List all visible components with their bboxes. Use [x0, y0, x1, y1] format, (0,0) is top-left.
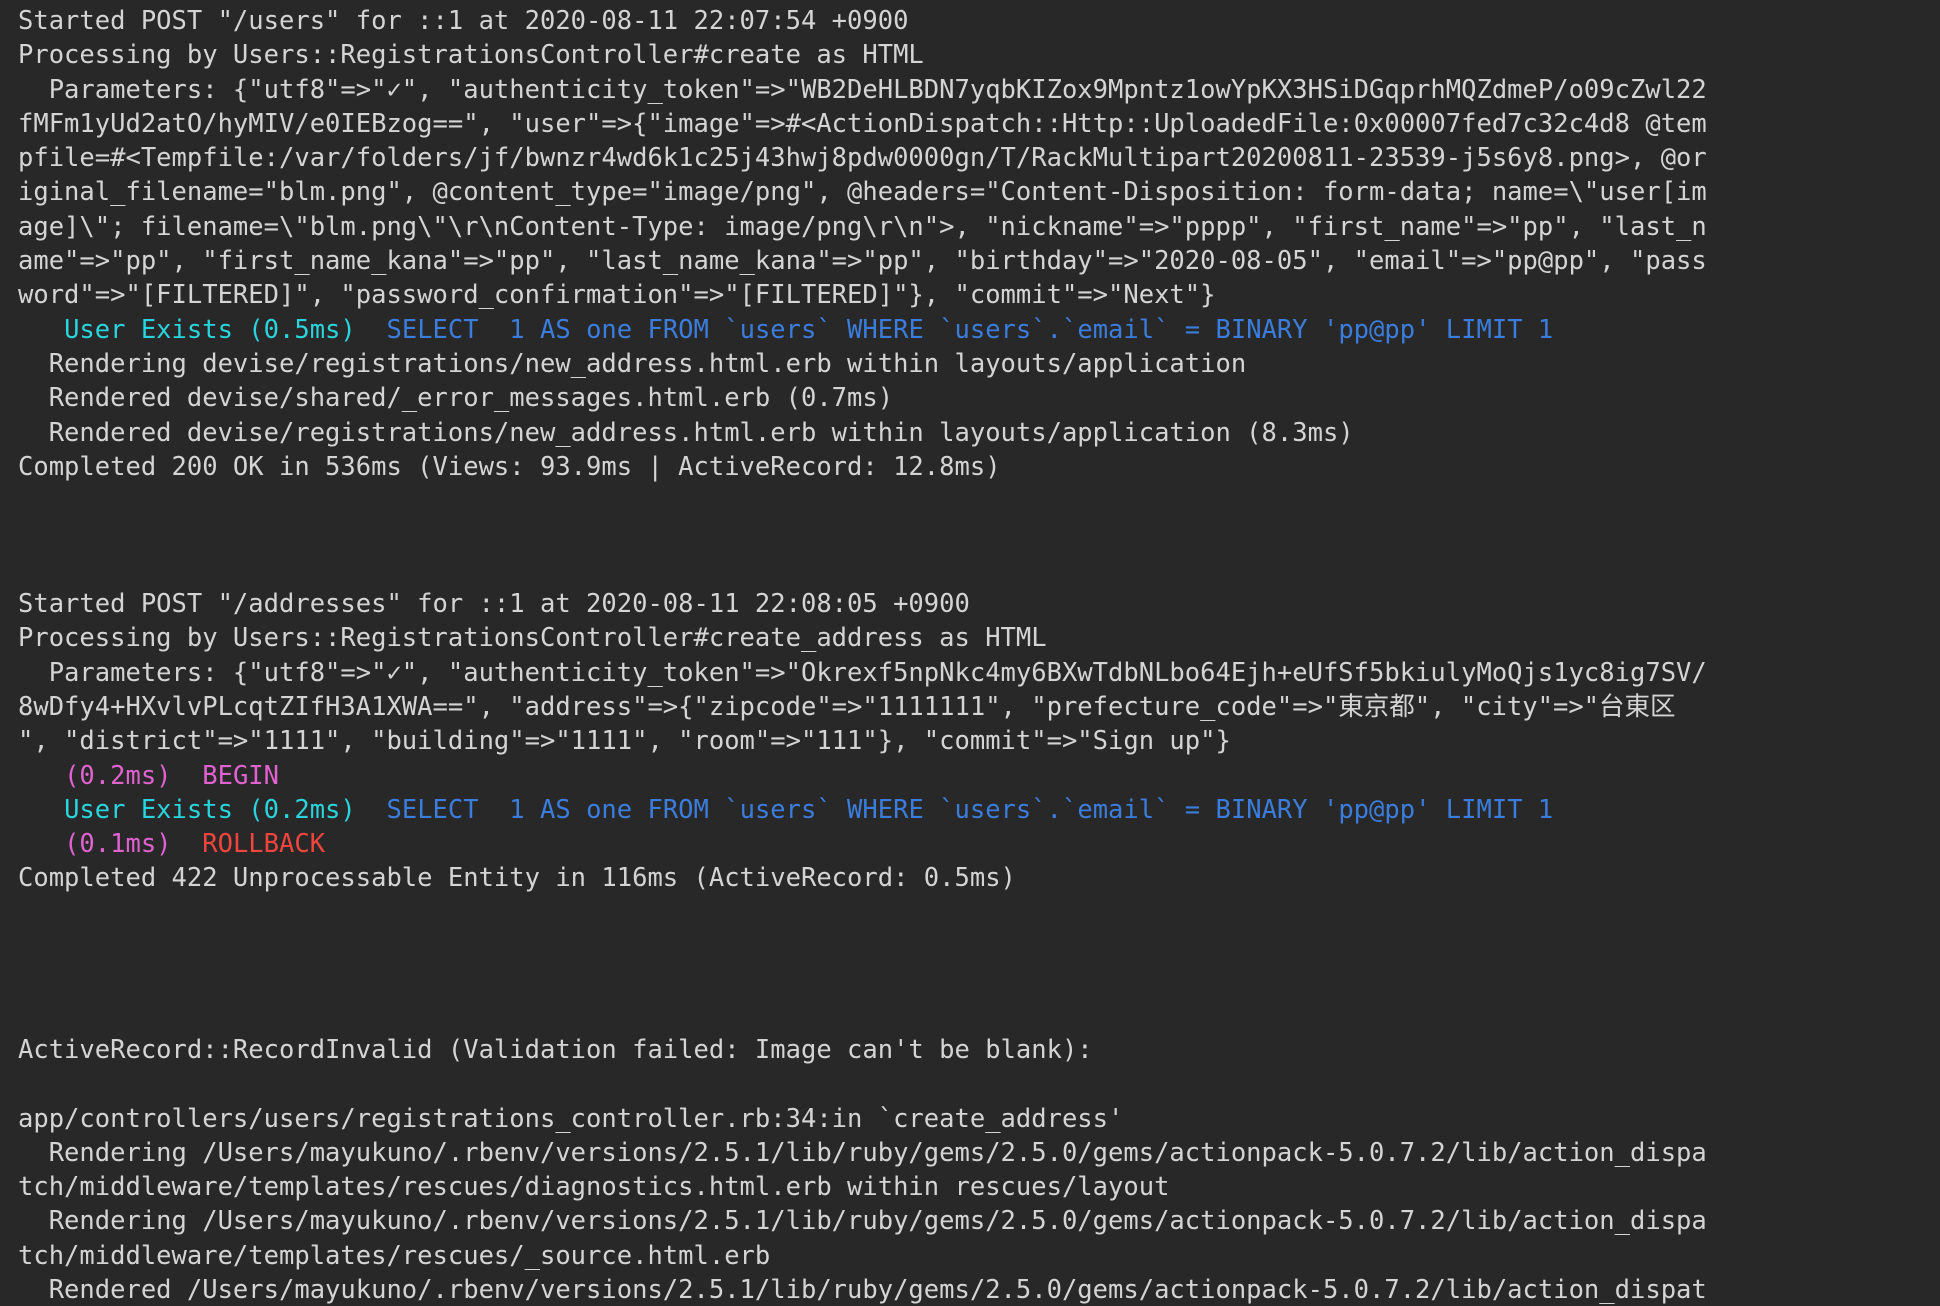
log-line: pfile=#<Tempfile:/var/folders/jf/bwnzr4w… [0, 141, 1940, 175]
log-line-segment: BEGIN [202, 760, 280, 791]
log-line: (0.2ms) BEGIN [0, 759, 1940, 793]
log-line: fMFm1yUd2atO/hyMIV/e0IEBzog==", "user"=>… [0, 107, 1940, 141]
log-line-segment: 8wDfy4+HXvlvPLcqtZIfH3A1XWA==", "address… [18, 691, 1676, 722]
log-line: Processing by Users::RegistrationsContro… [0, 38, 1940, 72]
log-line-segment: (0.1ms) [64, 829, 172, 860]
log-line-segment: Completed 200 OK in 536ms (Views: 93.9ms… [18, 451, 1001, 482]
log-line: app/controllers/users/registrations_cont… [0, 1102, 1940, 1136]
log-line: ame"=>"pp", "first_name_kana"=>"pp", "la… [0, 244, 1940, 278]
log-line: Rendered /Users/mayukuno/.rbenv/versions… [0, 1273, 1940, 1306]
log-line-segment: Rendering /Users/mayukuno/.rbenv/version… [18, 1206, 1707, 1237]
log-line-segment: tch/middleware/templates/rescues/_source… [18, 1240, 771, 1271]
log-line-segment: iginal_filename="blm.png", @content_type… [18, 177, 1707, 208]
log-line-segment: Started POST "/users" for ::1 at 2020-08… [18, 6, 909, 36]
terminal-log-output[interactable]: Started POST "/users" for ::1 at 2020-08… [0, 0, 1940, 1306]
log-line: (0.1ms) ROLLBACK [0, 827, 1940, 861]
log-line-segment: ", "district"=>"1111", "building"=>"1111… [18, 726, 1231, 757]
log-line-segment: SELECT 1 AS one FROM `users` WHERE `user… [386, 794, 1554, 825]
log-line-segment: User Exists (0.5ms) [64, 314, 356, 345]
log-line-segment: Started POST "/addresses" for ::1 at 202… [18, 589, 970, 620]
log-line: User Exists (0.2ms) SELECT 1 AS one FROM… [0, 793, 1940, 827]
log-line: Completed 422 Unprocessable Entity in 11… [0, 861, 1940, 895]
log-line-segment: Rendering /Users/mayukuno/.rbenv/version… [18, 1137, 1707, 1168]
log-line-segment: age]\"; filename=\"blm.png\"\r\nContent-… [18, 211, 1707, 242]
log-line: Rendered devise/shared/_error_messages.h… [0, 381, 1940, 415]
log-line: Rendering /Users/mayukuno/.rbenv/version… [0, 1204, 1940, 1238]
log-line-segment: word"=>"[FILTERED]", "password_confirmat… [18, 280, 1216, 311]
log-line: ", "district"=>"1111", "building"=>"1111… [0, 724, 1940, 758]
log-line-segment: SELECT 1 AS one FROM `users` WHERE `user… [386, 314, 1554, 345]
log-line-segment: Parameters: {"utf8"=>"✓", "authenticity_… [18, 657, 1707, 688]
log-line-segment: Processing by Users::RegistrationsContro… [18, 623, 1047, 654]
log-line-segment: ActiveRecord::RecordInvalid (Validation … [18, 1034, 1093, 1065]
log-line-segment [18, 795, 64, 825]
log-line: age]\"; filename=\"blm.png\"\r\nContent-… [0, 210, 1940, 244]
log-line-segment: fMFm1yUd2atO/hyMIV/e0IEBzog==", "user"=>… [18, 108, 1707, 139]
log-line-segment [172, 829, 203, 859]
log-line: Started POST "/addresses" for ::1 at 202… [0, 587, 1940, 621]
log-line-segment: Completed 422 Unprocessable Entity in 11… [18, 863, 1016, 894]
log-line: tch/middleware/templates/rescues/_source… [0, 1239, 1940, 1273]
log-line-segment [18, 315, 64, 345]
log-line: Processing by Users::RegistrationsContro… [0, 621, 1940, 655]
log-line-segment: ame"=>"pp", "first_name_kana"=>"pp", "la… [18, 246, 1707, 277]
log-line: tch/middleware/templates/rescues/diagnos… [0, 1170, 1940, 1204]
log-line: Completed 200 OK in 536ms (Views: 93.9ms… [0, 450, 1940, 484]
log-line-segment: Rendered /Users/mayukuno/.rbenv/versions… [18, 1274, 1707, 1305]
log-line-segment [356, 315, 387, 345]
log-line-segment [18, 761, 64, 791]
log-line-segment: Rendered devise/registrations/new_addres… [18, 417, 1354, 448]
log-line-segment: app/controllers/users/registrations_cont… [18, 1103, 1124, 1134]
log-line: word"=>"[FILTERED]", "password_confirmat… [0, 278, 1940, 312]
log-line: ActiveRecord::RecordInvalid (Validation … [0, 1033, 1940, 1067]
log-line: iginal_filename="blm.png", @content_type… [0, 175, 1940, 209]
log-line: Rendering devise/registrations/new_addre… [0, 347, 1940, 381]
log-line: 8wDfy4+HXvlvPLcqtZIfH3A1XWA==", "address… [0, 690, 1940, 724]
log-line-segment [172, 761, 203, 791]
log-line: Rendered devise/registrations/new_addres… [0, 416, 1940, 450]
log-line: Started POST "/users" for ::1 at 2020-08… [0, 4, 1940, 38]
log-line-segment [18, 829, 64, 859]
log-line-segment: pfile=#<Tempfile:/var/folders/jf/bwnzr4w… [18, 143, 1707, 174]
log-line-segment: Processing by Users::RegistrationsContro… [18, 40, 924, 71]
log-line-segment: tch/middleware/templates/rescues/diagnos… [18, 1172, 1170, 1203]
log-line-segment: Rendered devise/shared/_error_messages.h… [18, 383, 894, 414]
log-line: User Exists (0.5ms) SELECT 1 AS one FROM… [0, 313, 1940, 347]
log-line: Rendering /Users/mayukuno/.rbenv/version… [0, 1136, 1940, 1170]
log-line: Parameters: {"utf8"=>"✓", "authenticity_… [0, 73, 1940, 107]
log-line-segment [356, 795, 387, 825]
log-line-segment: Parameters: {"utf8"=>"✓", "authenticity_… [18, 74, 1707, 105]
log-line: Parameters: {"utf8"=>"✓", "authenticity_… [0, 656, 1940, 690]
log-line-segment: ROLLBACK [202, 829, 326, 860]
log-line-segment: Rendering devise/registrations/new_addre… [18, 348, 1247, 379]
log-line-segment: (0.2ms) [64, 760, 172, 791]
log-line-segment: User Exists (0.2ms) [64, 794, 356, 825]
